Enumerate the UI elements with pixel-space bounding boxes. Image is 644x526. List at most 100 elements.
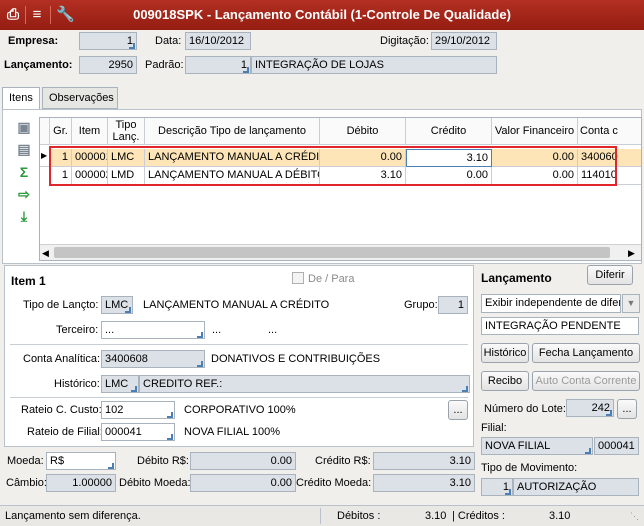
credito-moeda-field[interactable]: 3.10 bbox=[373, 474, 475, 492]
digitacao-label: Digitação: bbox=[380, 35, 429, 47]
auto-conta-corrente-button[interactable]: Auto Conta Corrente bbox=[532, 371, 640, 391]
items-grid: Gr. Item Tipo Lanç. Descrição Tipo de la… bbox=[39, 117, 642, 261]
divider bbox=[10, 344, 468, 345]
terceiro-value: ... bbox=[105, 324, 115, 336]
creditos-label: | Créditos : bbox=[452, 510, 505, 522]
status-bar: Lançamento sem diferença. Débitos : 3.10… bbox=[0, 505, 644, 526]
resize-grip-icon[interactable]: ⋱ bbox=[630, 511, 640, 521]
tipo-movimento-code-field[interactable]: 1 bbox=[481, 478, 513, 496]
col-header-credito[interactable]: Crédito bbox=[406, 118, 492, 145]
lookup-icon bbox=[585, 448, 591, 454]
rateio-cc-label: Rateio C. Custo: bbox=[21, 404, 102, 416]
lookup-icon bbox=[131, 386, 137, 392]
exibir-select[interactable]: Exibir independente de diferi bbox=[481, 294, 621, 313]
recibo-button[interactable]: Recibo bbox=[481, 371, 529, 391]
terceiro-desc1: ... bbox=[212, 324, 222, 336]
tipo-movimento-label: Tipo de Movimento: bbox=[481, 462, 578, 474]
historico-text-field[interactable]: CREDITO REF.: bbox=[139, 375, 470, 393]
col-header-descricao[interactable]: Descrição Tipo de lançamento bbox=[145, 118, 320, 145]
cambio-label: Câmbio: bbox=[6, 477, 47, 489]
scrollbar-thumb[interactable] bbox=[54, 247, 610, 258]
conta-analitica-desc: DONATIVOS E CONTRIBUIÇÕES bbox=[211, 353, 381, 365]
grupo-field[interactable]: 1 bbox=[438, 296, 468, 314]
move-bottom-icon[interactable]: ⤓ bbox=[14, 207, 34, 225]
moeda-value: R$ bbox=[50, 455, 65, 467]
chevron-down-icon[interactable]: ▼ bbox=[622, 294, 640, 313]
debito-rs-field[interactable]: 0.00 bbox=[190, 452, 296, 470]
lookup-icon bbox=[167, 412, 173, 418]
col-header-gr[interactable]: Gr. bbox=[50, 118, 72, 145]
horizontal-scrollbar[interactable]: ◀ ▶ bbox=[40, 244, 641, 260]
credito-moeda-label: Crédito Moeda: bbox=[296, 477, 372, 489]
col-header-conta[interactable]: Conta c bbox=[578, 118, 641, 145]
lancamento-field[interactable]: 2950 bbox=[79, 56, 137, 74]
fecha-lancamento-button[interactable]: Fecha Lançamento bbox=[532, 343, 640, 363]
remove-row-icon[interactable]: ▤ bbox=[14, 140, 34, 158]
conta-analitica-field[interactable]: 3400608 bbox=[101, 350, 205, 368]
data-label: Data: bbox=[155, 35, 182, 47]
empresa-label: Empresa: bbox=[8, 35, 59, 47]
historico-button[interactable]: Histórico bbox=[481, 343, 529, 363]
lookup-icon bbox=[606, 410, 612, 416]
add-row-icon[interactable]: ▣ bbox=[14, 118, 34, 136]
scroll-right-icon[interactable]: ▶ bbox=[628, 247, 638, 259]
debito-moeda-field[interactable]: 0.00 bbox=[190, 474, 296, 492]
filial-desc-field[interactable]: NOVA FILIAL bbox=[481, 437, 593, 455]
moeda-field[interactable]: R$ bbox=[46, 452, 116, 470]
lote-field[interactable]: 242 bbox=[566, 399, 614, 417]
status-field: INTEGRAÇÃO PENDENTE bbox=[481, 317, 639, 335]
tipo-lanc-field[interactable]: LMC bbox=[101, 296, 133, 314]
empresa-field[interactable]: 1 bbox=[79, 32, 137, 50]
lancamento-label: Lançamento: bbox=[4, 59, 73, 71]
conta-analitica-value: 3400608 bbox=[105, 353, 148, 365]
tipo-lanc-desc: LANÇAMENTO MANUAL A CRÉDITO bbox=[143, 299, 330, 311]
tipo-lanc-label: Tipo de Lançto: bbox=[23, 299, 99, 311]
diferir-button[interactable]: Diferir bbox=[587, 265, 633, 285]
creditos-value: 3.10 bbox=[549, 510, 571, 522]
lookup-icon bbox=[129, 43, 135, 49]
tipo-movimento-desc-field: AUTORIZAÇÃO bbox=[513, 478, 639, 496]
divider bbox=[10, 397, 468, 398]
debitos-value: 3.10 bbox=[425, 510, 447, 522]
status-message: Lançamento sem diferença. bbox=[5, 510, 141, 522]
tab-itens[interactable]: Itens bbox=[2, 87, 40, 111]
col-header-valor-financeiro[interactable]: Valor Financeiro bbox=[492, 118, 578, 145]
data-field[interactable]: 16/10/2012 bbox=[185, 32, 251, 50]
historico-code-field[interactable]: LMC bbox=[101, 375, 139, 393]
terceiro-field[interactable]: ... bbox=[101, 321, 205, 339]
rateio-cc-value: 102 bbox=[105, 404, 124, 416]
rateio-filial-value: 000041 bbox=[105, 426, 142, 438]
moeda-label: Moeda: bbox=[7, 455, 44, 467]
lookup-icon bbox=[462, 386, 468, 392]
terceiro-label: Terceiro: bbox=[56, 324, 99, 336]
debito-moeda-label: Débito Moeda: bbox=[119, 477, 191, 489]
cambio-field[interactable]: 1.00000 bbox=[46, 474, 116, 492]
window: ⎙ ≡ 🔧 009018SPK - Lançamento Contábil (1… bbox=[0, 0, 644, 526]
debito-rs-label: Débito R$: bbox=[137, 455, 189, 467]
col-header-tipo[interactable]: Tipo Lanç. bbox=[108, 118, 145, 145]
historico-text: CREDITO REF.: bbox=[143, 378, 223, 390]
lookup-icon bbox=[167, 434, 173, 440]
lote-ellipsis-button[interactable]: ... bbox=[617, 399, 637, 419]
tab-observacoes[interactable]: Observações bbox=[42, 87, 118, 109]
rateio-cc-ellipsis-button[interactable]: ... bbox=[448, 400, 468, 420]
filial-desc: NOVA FILIAL bbox=[485, 440, 551, 452]
rateio-cc-field[interactable]: 102 bbox=[101, 401, 175, 419]
filial-label: Filial: bbox=[481, 422, 507, 434]
debitos-label: Débitos : bbox=[337, 510, 381, 522]
grupo-label: Grupo: bbox=[404, 299, 438, 311]
export-icon[interactable]: ⇨ bbox=[14, 185, 34, 203]
lookup-icon bbox=[197, 332, 203, 338]
scroll-left-icon[interactable]: ◀ bbox=[42, 247, 52, 259]
col-header-item[interactable]: Item bbox=[72, 118, 108, 145]
col-header-debito[interactable]: Débito bbox=[320, 118, 406, 145]
credito-rs-field[interactable]: 3.10 bbox=[373, 452, 475, 470]
credito-rs-label: Crédito R$: bbox=[315, 455, 371, 467]
sum-icon[interactable]: Σ bbox=[14, 163, 34, 181]
digitacao-field[interactable]: 29/10/2012 bbox=[431, 32, 497, 50]
de-para-checkbox[interactable] bbox=[292, 272, 304, 284]
padrao-code-field[interactable]: 1 bbox=[185, 56, 251, 74]
lancamento-panel-title: Lançamento bbox=[481, 271, 552, 285]
lookup-icon bbox=[243, 67, 249, 73]
rateio-filial-field[interactable]: 000041 bbox=[101, 423, 175, 441]
